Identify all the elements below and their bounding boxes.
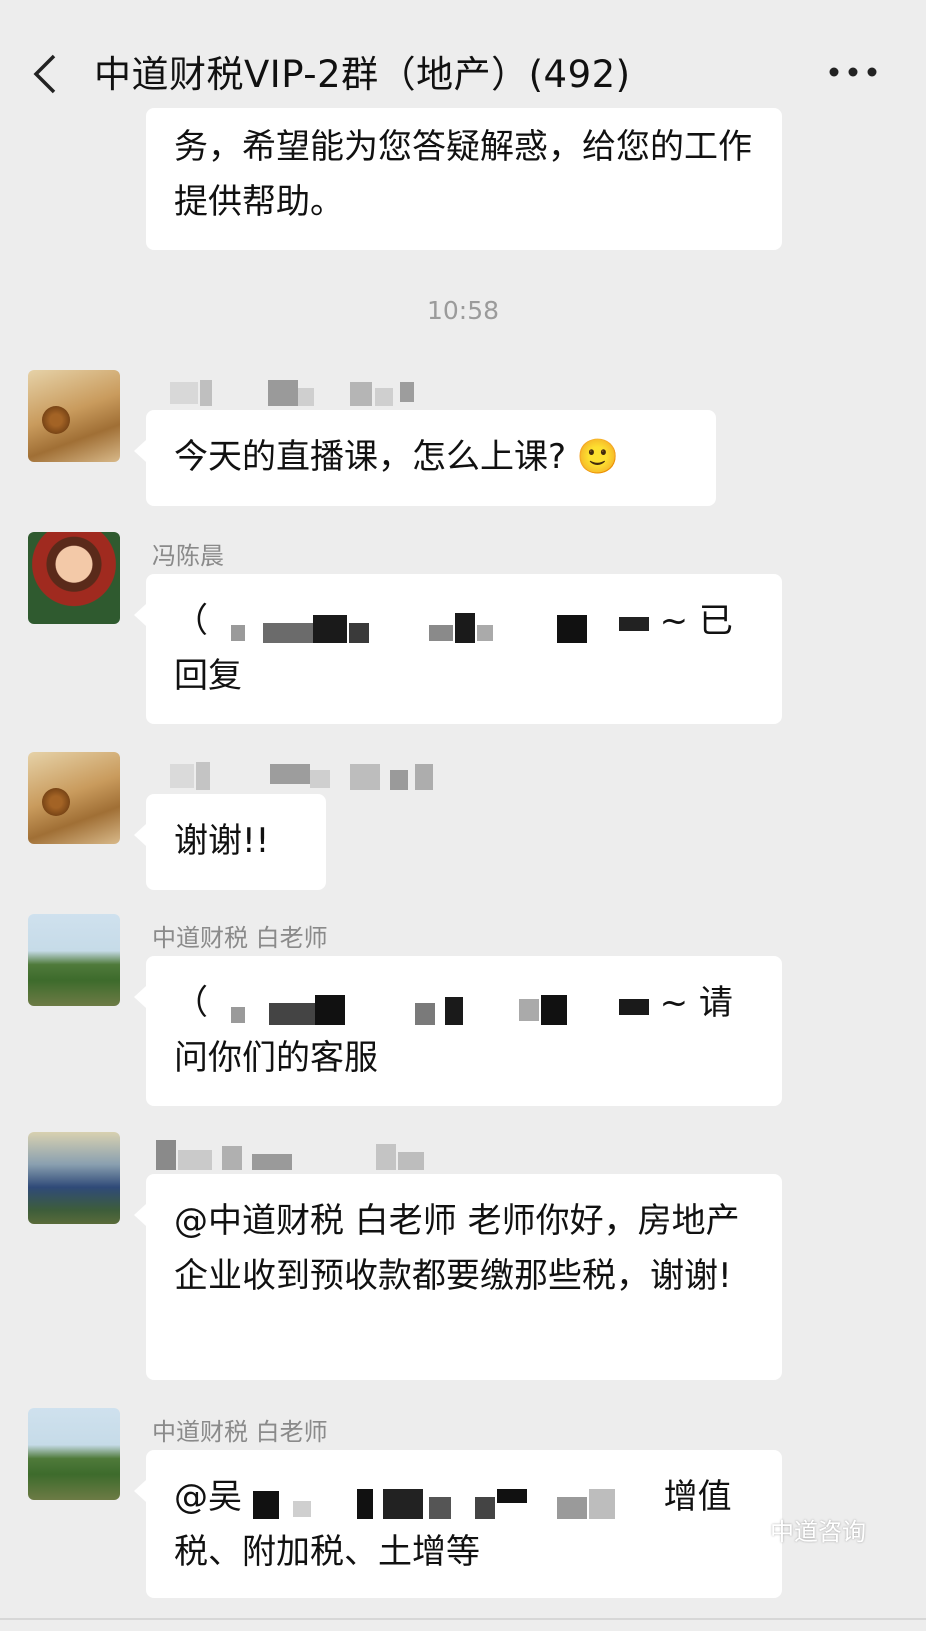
message-bubble[interactable]: @吴 增值税、附加税、土增等 (134, 1450, 782, 1598)
wechat-icon (725, 1523, 756, 1542)
watermark: 中道咨询 (724, 1512, 866, 1547)
message-bubble[interactable]: 谢谢!! (134, 794, 326, 890)
message-text: 谢谢!! (174, 821, 270, 861)
chevron-left-icon[interactable] (30, 52, 60, 96)
message-bubble[interactable]: 务，希望能为您答疑解惑，给您的工作提供帮助。 (146, 108, 782, 250)
message-text: 务，希望能为您答疑解惑，给您的工作提供帮助。 (174, 127, 752, 222)
timestamp: 10:58 (426, 296, 500, 325)
redacted-text (252, 1479, 653, 1519)
message-text-prefix: @吴 (174, 1477, 242, 1517)
more-dots-icon[interactable] (828, 66, 878, 78)
sender-name: 中道财税 白老师 (152, 924, 328, 952)
redacted-sender-name (156, 1138, 436, 1172)
avatar[interactable] (28, 914, 120, 1006)
message-text: 今天的直播课，怎么上课? 🙂 (174, 437, 620, 477)
avatar[interactable] (28, 1408, 120, 1500)
message-bubble[interactable]: （ ~ 已回复 (134, 574, 782, 724)
divider (0, 1618, 926, 1620)
message-text-prefix: （ (174, 983, 208, 1023)
message-text: @中道财税 白老师 老师你好，房地产企业收到预收款都要缴那些税，谢谢! (174, 1201, 740, 1296)
avatar[interactable] (28, 752, 120, 844)
avatar[interactable] (28, 532, 120, 624)
redacted-sender-name (170, 378, 450, 408)
avatar[interactable] (28, 1132, 120, 1224)
sender-name: 冯陈晨 (152, 542, 224, 570)
redacted-sender-name (170, 760, 440, 792)
message-bubble[interactable]: @中道财税 白老师 老师你好，房地产企业收到预收款都要缴那些税，谢谢! (134, 1174, 782, 1380)
watermark-text: 中道咨询 (770, 1518, 866, 1546)
sender-name: 中道财税 白老师 (152, 1418, 328, 1446)
redacted-text (219, 603, 649, 643)
redacted-text (219, 985, 649, 1025)
message-text-prefix: （ (174, 601, 208, 641)
avatar[interactable] (28, 370, 120, 462)
message-bubble[interactable]: 今天的直播课，怎么上课? 🙂 (134, 410, 716, 506)
message-bubble[interactable]: （ ~ 请问你们的客服 (134, 956, 782, 1106)
chat-title: 中道财税VIP-2群（地产）(492) (94, 53, 631, 96)
